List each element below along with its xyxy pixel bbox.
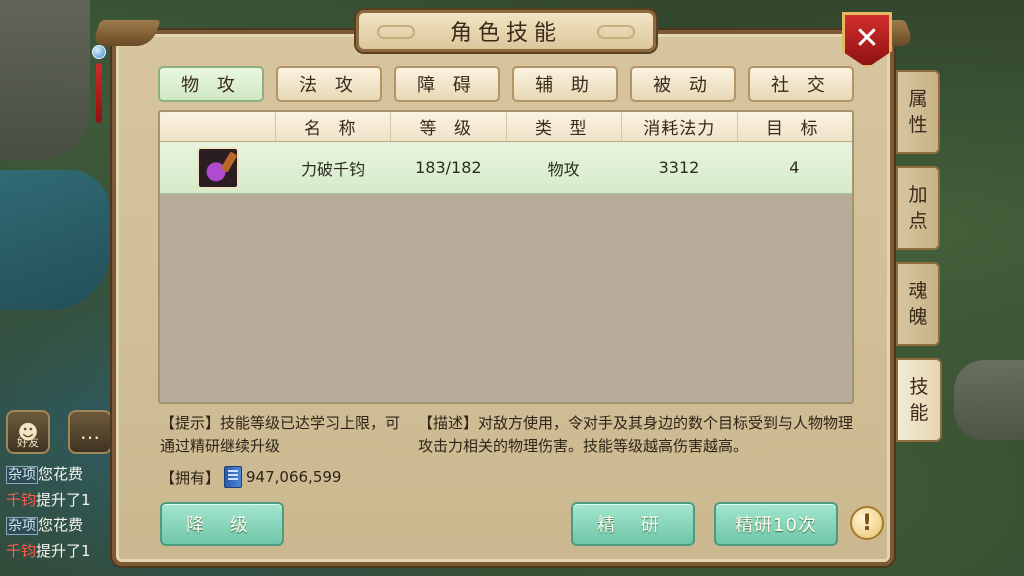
close-icon: ✕	[854, 21, 880, 56]
help-icon[interactable]: !	[850, 506, 884, 540]
side-tab-label: 加	[908, 184, 928, 206]
corner-ornament	[91, 20, 161, 46]
chat-tag: 千钧	[6, 491, 37, 509]
skills-window: 角色技能 物 攻 法 攻 障 碍 辅 助 被 动 社 交 名 称 等 级 类 型…	[91, 10, 915, 566]
hud-ornament	[92, 45, 106, 145]
window-title: 角色技能	[449, 21, 562, 46]
friends-icon: ☻	[17, 420, 39, 444]
cloud-ornament-icon	[597, 25, 635, 39]
skill-icon-cell	[160, 142, 275, 193]
hint-text: 【提示】技能等级已达学习上限，可通过精研继续升级	[160, 414, 401, 455]
column-header-targets: 目 标	[766, 119, 824, 139]
column-header-name: 名 称	[276, 112, 391, 141]
background-water	[0, 170, 110, 310]
column-header-icon	[160, 112, 276, 141]
chat-line: 千钧提升了1	[6, 488, 116, 513]
chat-line: 杂项 您花费	[6, 513, 116, 539]
side-tab-label: 魂	[908, 280, 928, 302]
skill-description: 【描述】对敌方使用，令对手及其身边的数个目标受到与人物物理攻击力相关的物理伤害。…	[418, 414, 854, 455]
gem-icon	[92, 45, 106, 59]
background-rock	[0, 0, 90, 160]
downgrade-button[interactable]: 降 级	[160, 502, 284, 546]
skills-table: 名 称 等 级 类 型 消耗法力 目 标 力破千钧 183/182 物攻 331…	[158, 110, 854, 404]
side-tabs: 属 性 加 点 魂 魄 技 能	[896, 70, 942, 454]
table-header: 名 称 等 级 类 型 消耗法力 目 标	[160, 112, 852, 142]
side-tab-label: 属	[908, 88, 928, 110]
skill-targets: 4	[789, 158, 800, 177]
refine-button[interactable]: 精 研	[571, 502, 695, 546]
side-tab-add-points[interactable]: 加 点	[896, 166, 940, 250]
side-tab-soul[interactable]: 魂 魄	[896, 262, 940, 346]
table-row[interactable]: 力破千钧 183/182 物攻 3312 4	[160, 142, 852, 194]
side-tab-label: 魄	[908, 306, 928, 328]
column-header-type: 类 型	[507, 112, 622, 141]
side-tab-label: 性	[908, 114, 928, 136]
owned-value: 947,066,599	[246, 468, 342, 486]
tab-physical-attack[interactable]: 物 攻	[158, 66, 264, 102]
chat-log[interactable]: 杂项 您花费 千钧提升了1 杂项 您花费 千钧提升了1	[6, 462, 116, 564]
chat-text: 提升了1	[36, 542, 91, 560]
skill-type: 物攻	[547, 159, 580, 179]
friends-button[interactable]: ☻ 好友	[6, 410, 50, 454]
chat-line: 千钧提升了1	[6, 539, 116, 564]
refine-10-times-button[interactable]: 精研10次	[714, 502, 838, 546]
skill-name: 力破千钧	[300, 159, 365, 179]
skill-level: 183/182	[415, 158, 482, 177]
chat-text: 提升了1	[36, 491, 91, 509]
tab-passive[interactable]: 被 动	[630, 66, 736, 102]
window-title-plate: 角色技能	[356, 10, 656, 52]
side-tab-skills[interactable]: 技 能	[896, 358, 942, 442]
chat-tag: 杂项	[6, 517, 38, 535]
background-rock-right	[954, 360, 1024, 440]
skill-category-tabs: 物 攻 法 攻 障 碍 辅 助 被 动 社 交	[158, 66, 854, 102]
tab-obstruction[interactable]: 障 碍	[394, 66, 500, 102]
book-icon	[224, 466, 243, 488]
side-tab-attributes[interactable]: 属 性	[896, 70, 940, 154]
chat-tag: 杂项	[6, 466, 38, 484]
column-header-mana-cost: 消耗法力	[622, 112, 738, 141]
side-tab-label: 点	[908, 210, 928, 232]
tassel-decoration	[96, 63, 102, 123]
owned-resource: 【拥有】 947,066,599	[160, 466, 341, 488]
chat-bubble-icon: …	[80, 420, 100, 444]
tab-support[interactable]: 辅 助	[512, 66, 618, 102]
chat-tag: 千钧	[6, 542, 37, 560]
tab-magic-attack[interactable]: 法 攻	[276, 66, 382, 102]
chat-text: 您花费	[38, 516, 84, 534]
owned-label: 【拥有】	[160, 468, 221, 487]
side-tab-label: 能	[909, 402, 929, 424]
side-tab-label: 技	[909, 376, 929, 398]
chat-text: 您花费	[38, 465, 84, 483]
cloud-ornament-icon	[377, 25, 415, 39]
skill-mace-icon	[196, 146, 239, 189]
chat-line: 杂项 您花费	[6, 462, 116, 488]
tab-social[interactable]: 社 交	[748, 66, 854, 102]
column-header-level: 等 级	[391, 112, 507, 141]
skill-mana-cost: 3312	[658, 158, 700, 177]
chat-button[interactable]: …	[68, 410, 112, 454]
